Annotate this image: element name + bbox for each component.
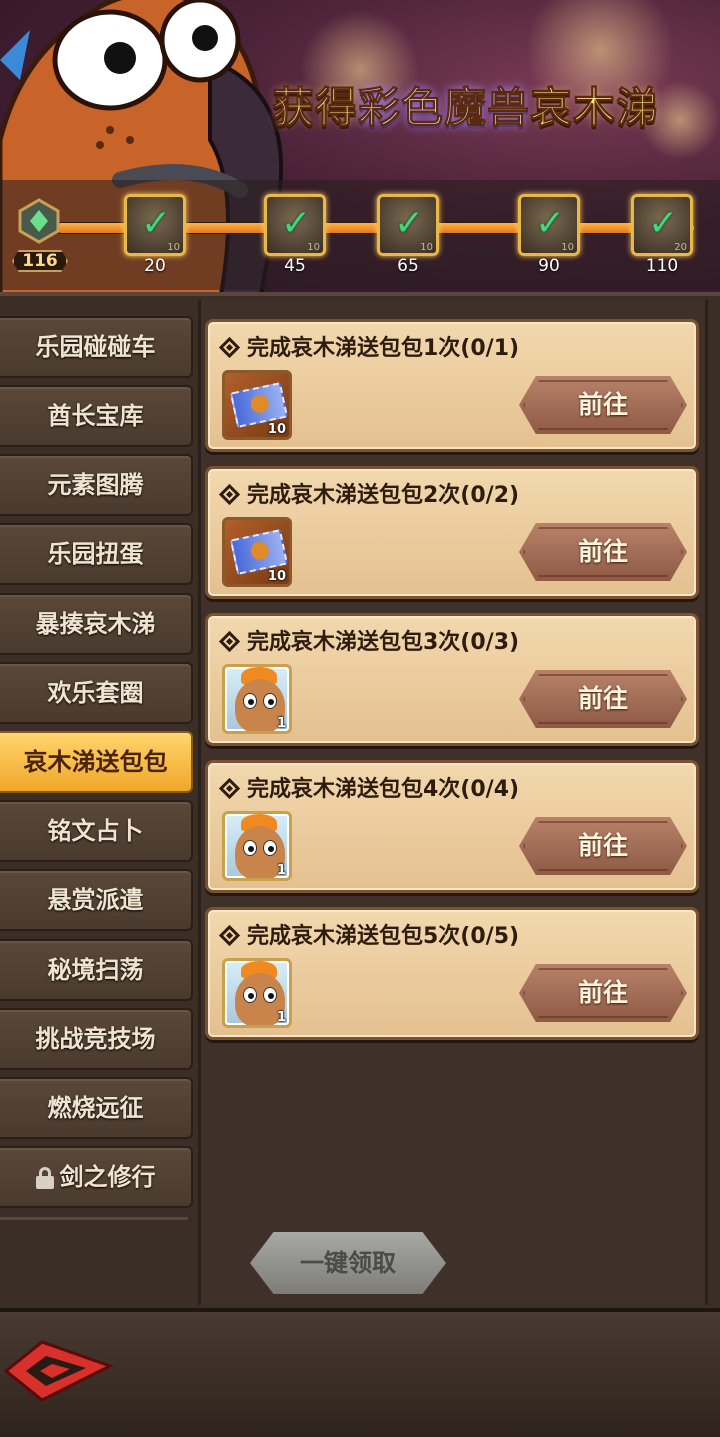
milestone-label: 65 (397, 256, 419, 276)
task-card: 完成哀木涕送包包5次(0/5) 1 前往 (205, 907, 699, 1040)
reward-ticket-item[interactable]: 10 (222, 370, 292, 440)
sidebar-divider (0, 1217, 188, 1220)
sidebar-item-burning-expedition[interactable]: 燃烧远征 (0, 1077, 193, 1139)
diamond-bullet-icon (218, 336, 241, 358)
sidebar-item-arena[interactable]: 挑战竞技场 (0, 1008, 193, 1070)
milestone-progress: 116 ✓ 10 20 ✓ 10 45 ✓ 10 65 ✓ 10 90 ✓ 20… (0, 180, 720, 290)
sidebar-item-rune-divination[interactable]: 铭文占卜 (0, 800, 193, 862)
milestone-label: 90 (538, 256, 560, 276)
reward-quantity: 1 (276, 1010, 286, 1025)
back-arrow-icon[interactable] (2, 1336, 114, 1406)
go-button[interactable]: 前往 (519, 376, 687, 434)
milestone-reward-5[interactable]: ✓ 20 (631, 194, 693, 256)
task-card: 完成哀木涕送包包4次(0/4) 1 前往 (205, 760, 699, 893)
go-button[interactable]: 前往 (519, 523, 687, 581)
task-title: 完成哀木涕送包包3次(0/3) (247, 630, 520, 655)
sidebar-item-element-totem[interactable]: 元素图腾 (0, 454, 193, 516)
reward-quantity: 1 (276, 716, 286, 731)
sidebar-item-beat-eeyore[interactable]: 暴揍哀木涕 (0, 593, 193, 655)
sidebar-item-ring-toss[interactable]: 欢乐套圈 (0, 662, 193, 724)
milestone-count: 10 (420, 242, 433, 253)
banner-title-part2: 彩色魔兽 (358, 83, 531, 133)
task-title-row: 完成哀木涕送包包3次(0/3) (218, 624, 520, 656)
milestone-label: 110 (645, 256, 679, 276)
check-icon: ✓ (281, 203, 312, 244)
go-button[interactable]: 前往 (519, 817, 687, 875)
reward-ticket-item[interactable]: 10 (222, 517, 292, 587)
reward-quantity: 10 (267, 422, 286, 437)
milestone-count: 10 (307, 242, 320, 253)
task-title-row: 完成哀木涕送包包1次(0/1) (218, 330, 520, 362)
sidebar-item-eeyore-gifts[interactable]: 哀木涕送包包 (0, 731, 193, 793)
diamond-bullet-icon (218, 777, 241, 799)
claim-all-button[interactable]: 一键领取 (250, 1232, 446, 1294)
milestone-reward-4[interactable]: ✓ 10 (518, 194, 580, 256)
level-badge-icon (18, 198, 60, 244)
banner-title-part3: 哀木涕 (530, 83, 660, 133)
task-title-row: 完成哀木涕送包包4次(0/4) (218, 771, 520, 803)
event-banner: 获得彩色魔兽哀木涕 116 ✓ 10 20 ✓ 10 45 ✓ 10 65 ✓ … (0, 0, 720, 295)
reward-hero-item[interactable]: 1 (222, 811, 292, 881)
milestone-reward-3[interactable]: ✓ 10 (377, 194, 439, 256)
reward-quantity: 1 (276, 863, 286, 878)
diamond-bullet-icon (218, 924, 241, 946)
milestone-label: 45 (284, 256, 306, 276)
task-title-row: 完成哀木涕送包包5次(0/5) (218, 918, 520, 950)
sidebar-item-sword-training[interactable]: 剑之修行 (0, 1146, 193, 1208)
task-title: 完成哀木涕送包包4次(0/4) (247, 777, 520, 802)
banner-title: 获得彩色魔兽哀木涕 (271, 74, 660, 135)
check-icon: ✓ (394, 203, 425, 244)
task-title: 完成哀木涕送包包1次(0/1) (247, 336, 520, 361)
task-card: 完成哀木涕送包包3次(0/3) 1 前往 (205, 613, 699, 746)
sidebar-item-secret-sweep[interactable]: 秘境扫荡 (0, 939, 193, 1001)
go-button[interactable]: 前往 (519, 964, 687, 1022)
task-title: 完成哀木涕送包包2次(0/2) (247, 483, 520, 508)
banner-title-part1: 获得 (271, 83, 359, 133)
milestone-count: 10 (167, 242, 180, 253)
sidebar-item-label: 剑之修行 (59, 1163, 156, 1191)
milestone-reward-1[interactable]: ✓ 10 (124, 194, 186, 256)
sidebar-item-bounty-dispatch[interactable]: 悬赏派遣 (0, 869, 193, 931)
check-icon: ✓ (141, 203, 172, 244)
milestone-count: 20 (674, 242, 687, 253)
task-card: 完成哀木涕送包包1次(0/1) 10 前往 (205, 319, 699, 452)
task-title: 完成哀木涕送包包5次(0/5) (247, 924, 520, 949)
task-title-row: 完成哀木涕送包包2次(0/2) (218, 477, 520, 509)
check-icon: ✓ (535, 203, 566, 244)
sidebar-item-bumper-cars[interactable]: 乐园碰碰车 (0, 316, 193, 378)
sidebar-item-chief-treasury[interactable]: 酋长宝库 (0, 385, 193, 447)
reward-hero-item[interactable]: 1 (222, 958, 292, 1028)
reward-quantity: 10 (267, 569, 286, 584)
check-icon: ✓ (648, 203, 679, 244)
milestone-label: 20 (144, 256, 166, 276)
reward-hero-item[interactable]: 1 (222, 664, 292, 734)
sidebar-item-gacha[interactable]: 乐园扭蛋 (0, 523, 193, 585)
diamond-bullet-icon (218, 483, 241, 505)
milestone-count: 10 (561, 242, 574, 253)
go-button[interactable]: 前往 (519, 670, 687, 728)
milestone-reward-2[interactable]: ✓ 10 (264, 194, 326, 256)
lock-icon (35, 1167, 54, 1189)
task-card: 完成哀木涕送包包2次(0/2) 10 前往 (205, 466, 699, 599)
diamond-bullet-icon (218, 630, 241, 652)
current-level: 116 (12, 250, 68, 272)
